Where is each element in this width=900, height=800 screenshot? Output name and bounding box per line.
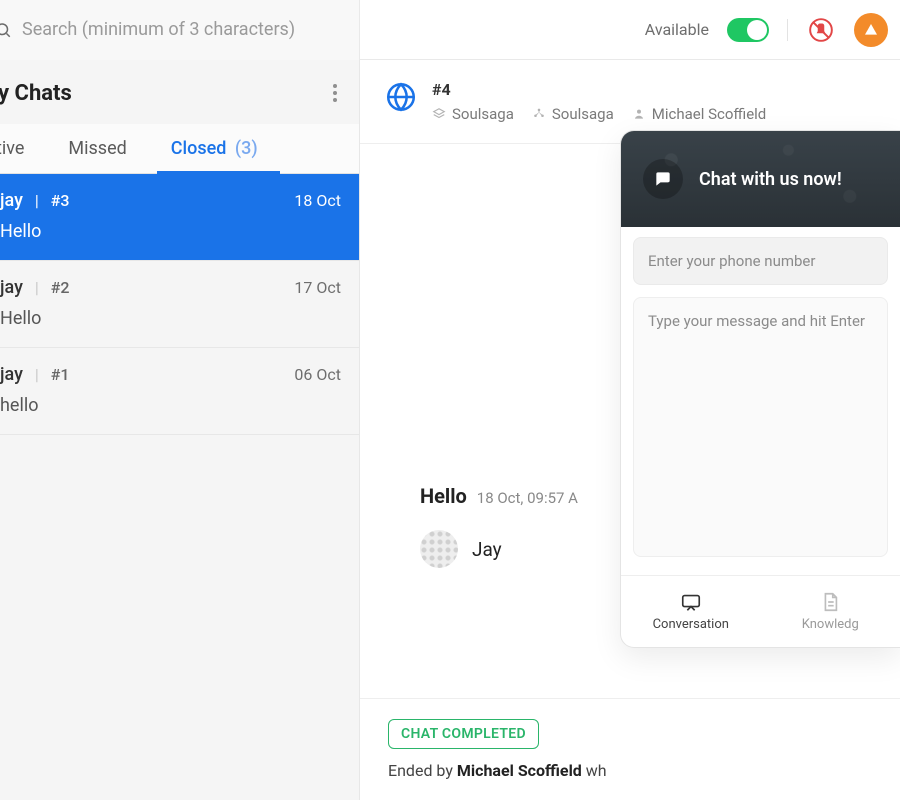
tab-closed[interactable]: Closed (3) <box>149 124 280 173</box>
meta-department[interactable]: Soulsaga <box>532 105 614 123</box>
chat-list-item[interactable]: jay | #2 17 Oct Hello <box>0 261 359 348</box>
tab-closed-count: (3) <box>235 138 258 159</box>
topbar-right: Available <box>645 13 900 47</box>
tab-closed-label: Closed <box>171 138 227 159</box>
document-icon <box>819 591 841 613</box>
meta-visitor[interactable]: Michael Scoffield <box>632 105 767 123</box>
chat-widget: Chat with us now! Conversation Knowledg <box>620 130 900 648</box>
tab-missed[interactable]: Missed <box>46 124 148 173</box>
chat-id-separator: | <box>35 191 39 210</box>
person-icon <box>632 107 646 121</box>
meta-portal[interactable]: Soulsaga <box>432 105 514 123</box>
chat-bubble-icon <box>653 169 673 189</box>
chat-list-item[interactable]: jay | #3 18 Oct Hello <box>0 174 359 261</box>
mute-notifications-icon[interactable] <box>806 15 836 45</box>
sender-name: Jay <box>472 538 502 561</box>
chat-preview: Hello <box>0 221 341 242</box>
conversation-meta: Soulsaga Soulsaga Michael Scoffield <box>432 105 766 123</box>
stack-icon <box>432 107 446 121</box>
widget-tab-conversation[interactable]: Conversation <box>621 576 761 647</box>
widget-tabs: Conversation Knowledg <box>621 575 900 647</box>
chat-id: #2 <box>51 278 70 297</box>
chat-id: #3 <box>51 191 70 210</box>
sender-avatar <box>420 530 458 568</box>
chat-list-item[interactable]: jay | #1 06 Oct hello <box>0 348 359 435</box>
chat-preview: Hello <box>0 308 341 329</box>
search-icon <box>0 21 12 39</box>
sidebar-title: y Chats <box>0 81 72 106</box>
widget-header: Chat with us now! <box>621 131 900 227</box>
chat-id: #1 <box>51 365 70 384</box>
chat-date: 06 Oct <box>294 365 341 384</box>
conversation-id: #4 <box>432 80 766 99</box>
conversation-icon <box>680 591 702 613</box>
sidebar-header: y Chats <box>0 60 359 124</box>
widget-message-textarea[interactable] <box>633 297 888 557</box>
top-bar: Available <box>0 0 900 60</box>
widget-title: Chat with us now! <box>699 169 842 190</box>
chat-id-separator: | <box>35 365 39 384</box>
widget-phone-input[interactable] <box>633 237 888 285</box>
sidebar: y Chats tive Missed Closed (3) jay | #3 … <box>0 60 360 800</box>
widget-body <box>621 227 900 575</box>
chat-id-separator: | <box>35 278 39 297</box>
chat-list: jay | #3 18 Oct Hello jay | #2 17 Oct He… <box>0 174 359 800</box>
chat-name: jay <box>0 364 23 385</box>
chat-filter-tabs: tive Missed Closed (3) <box>0 124 359 174</box>
availability-toggle[interactable] <box>727 18 769 42</box>
status-badge: CHAT COMPLETED <box>388 719 539 749</box>
message-timestamp: 18 Oct, 09:57 A <box>477 489 578 507</box>
widget-header-icon <box>643 159 683 199</box>
globe-icon <box>384 80 418 114</box>
chat-name: jay <box>0 277 23 298</box>
main-panel: #4 Soulsaga Soulsaga Michael Scoffield H… <box>360 60 900 800</box>
message-block: Hello 18 Oct, 09:57 A Jay <box>420 484 578 568</box>
chat-name: jay <box>0 190 23 211</box>
search-input[interactable] <box>22 19 359 40</box>
department-icon <box>532 107 546 121</box>
ended-by-line: Ended by Michael Scoffield wh <box>388 761 872 780</box>
message-text: Hello <box>420 484 467 508</box>
widget-tab-knowledge[interactable]: Knowledg <box>761 576 900 647</box>
user-avatar[interactable] <box>854 13 888 47</box>
chat-date: 17 Oct <box>294 278 341 297</box>
tab-active[interactable]: tive <box>0 124 46 173</box>
sidebar-more-button[interactable] <box>327 78 343 108</box>
sender-row: Jay <box>420 530 578 568</box>
divider <box>787 19 788 41</box>
search-container <box>0 0 360 60</box>
availability-label: Available <box>645 20 709 39</box>
chat-preview: hello <box>0 395 341 416</box>
chat-date: 18 Oct <box>294 191 341 210</box>
conversation-footer: CHAT COMPLETED Ended by Michael Scoffiel… <box>360 698 900 800</box>
